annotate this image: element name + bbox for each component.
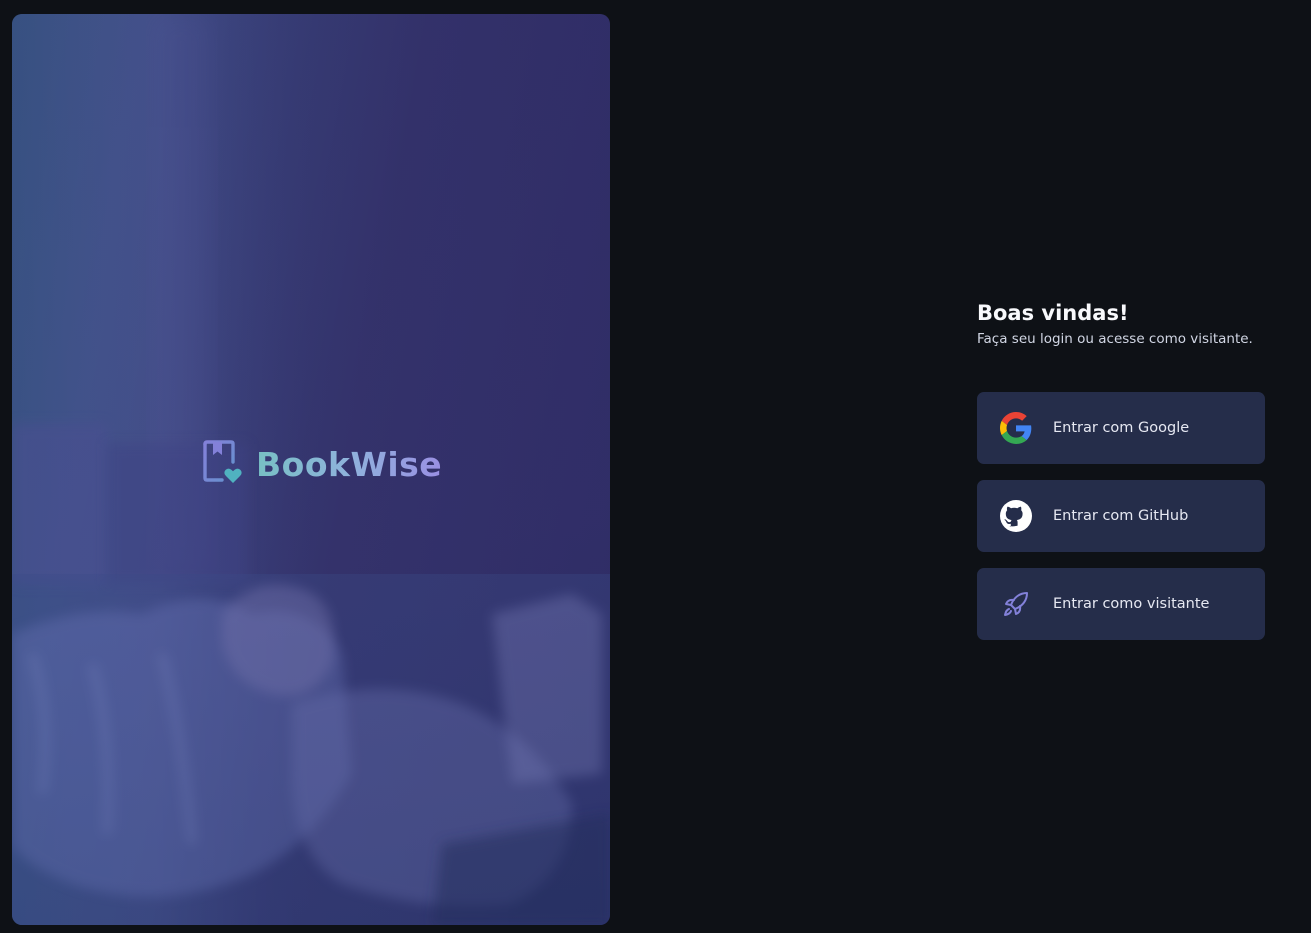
book-heart-icon xyxy=(202,440,244,488)
visitor-login-button[interactable]: Entrar como visitante xyxy=(977,568,1265,640)
google-login-button[interactable]: Entrar com Google xyxy=(977,392,1265,464)
github-login-label: Entrar com GitHub xyxy=(1053,508,1189,524)
login-buttons: Entrar com Google Entrar com GitHub Entr… xyxy=(977,392,1265,640)
brand-name: BookWise xyxy=(256,444,443,484)
rocket-icon xyxy=(1000,588,1032,620)
brand-logo: BookWise xyxy=(202,440,442,488)
welcome-title: Boas vindas! xyxy=(977,301,1129,325)
hero-panel: BookWise xyxy=(12,14,610,925)
login-panel: Boas vindas! Faça seu login ou acesse co… xyxy=(977,298,1265,640)
github-login-button[interactable]: Entrar com GitHub xyxy=(977,480,1265,552)
google-login-label: Entrar com Google xyxy=(1053,420,1190,436)
github-icon xyxy=(1000,500,1032,532)
login-page: BookWise Boas vindas! Faça seu login ou … xyxy=(0,0,1311,933)
visitor-login-label: Entrar como visitante xyxy=(1053,596,1210,612)
welcome-subtitle: Faça seu login ou acesse como visitante. xyxy=(977,331,1253,347)
google-icon xyxy=(1000,412,1032,444)
